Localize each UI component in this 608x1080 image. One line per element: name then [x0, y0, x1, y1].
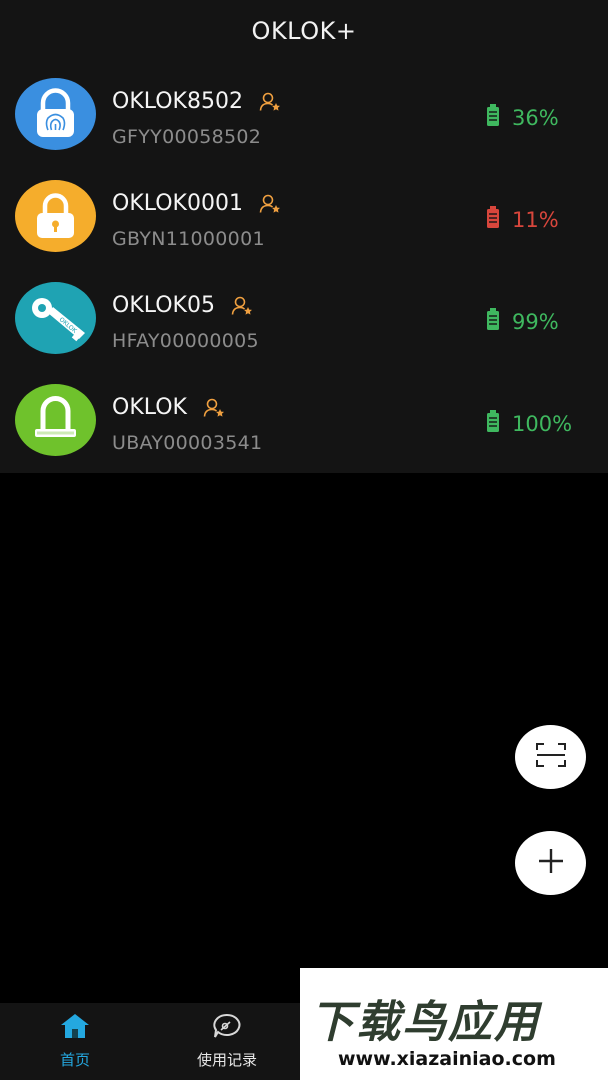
device-serial: HFAY00000005 — [112, 330, 259, 352]
admin-user-icon — [259, 194, 281, 214]
page-title: OKLOK+ — [251, 17, 357, 45]
battery-percentage: 36% — [512, 105, 559, 130]
device-row[interactable]: OKLOK OKLOK05 HFAY00000005 99% — [0, 266, 608, 368]
padlock-icon — [15, 180, 96, 252]
fingerprint-padlock-icon — [15, 78, 96, 150]
scan-icon — [535, 742, 566, 772]
battery-percentage: 99% — [512, 309, 559, 334]
records-icon — [212, 1013, 242, 1043]
battery-icon — [486, 410, 500, 437]
top-bar: OKLOK+ — [0, 0, 608, 62]
battery-icon — [486, 206, 500, 233]
device-serial: GBYN11000001 — [112, 228, 265, 250]
tab-home[interactable]: 首页 — [0, 1003, 150, 1080]
watermark-url: www.xiazainiao.com — [338, 1048, 556, 1070]
device-row[interactable]: OKLOK UBAY00003541 100% — [0, 368, 608, 470]
key-icon: OKLOK — [15, 282, 96, 354]
device-name: OKLOK05 — [112, 293, 215, 318]
tab-label: 首页 — [59, 1051, 90, 1069]
watermark-title: 下载鸟应用 — [310, 997, 540, 1048]
device-serial: UBAY00003541 — [112, 432, 263, 454]
u-lock-icon — [15, 384, 96, 456]
tab-records[interactable]: 使用记录 — [152, 1003, 302, 1080]
device-name: OKLOK8502 — [112, 89, 243, 114]
battery-percentage: 100% — [512, 411, 573, 436]
plus-icon — [538, 848, 564, 878]
bottom-tab-bar: 首页 使用记录 — [0, 1003, 300, 1080]
device-serial: GFYY00058502 — [112, 126, 262, 148]
scan-button[interactable] — [515, 725, 586, 789]
device-list: OKLOK8502 GFYY00058502 36% OKLOK0001 GBY… — [0, 62, 608, 473]
battery-indicator: 100% — [486, 410, 572, 437]
battery-icon — [486, 308, 500, 335]
device-row[interactable]: OKLOK0001 GBYN11000001 11% — [0, 164, 608, 266]
watermark-logo: 下载鸟应用 www.xiazainiao.com — [300, 968, 608, 1080]
admin-user-icon — [203, 398, 225, 418]
tab-label: 使用记录 — [196, 1051, 257, 1069]
device-name: OKLOK — [112, 395, 187, 420]
add-device-button[interactable] — [515, 831, 586, 895]
battery-indicator: 36% — [486, 104, 559, 131]
device-row[interactable]: OKLOK8502 GFYY00058502 36% — [0, 62, 608, 164]
battery-indicator: 99% — [486, 308, 559, 335]
battery-indicator: 11% — [486, 206, 559, 233]
admin-user-icon — [231, 296, 253, 316]
device-name: OKLOK0001 — [112, 191, 243, 216]
battery-icon — [486, 104, 500, 131]
home-icon — [60, 1013, 90, 1043]
battery-percentage: 11% — [512, 207, 559, 232]
admin-user-icon — [259, 92, 281, 112]
